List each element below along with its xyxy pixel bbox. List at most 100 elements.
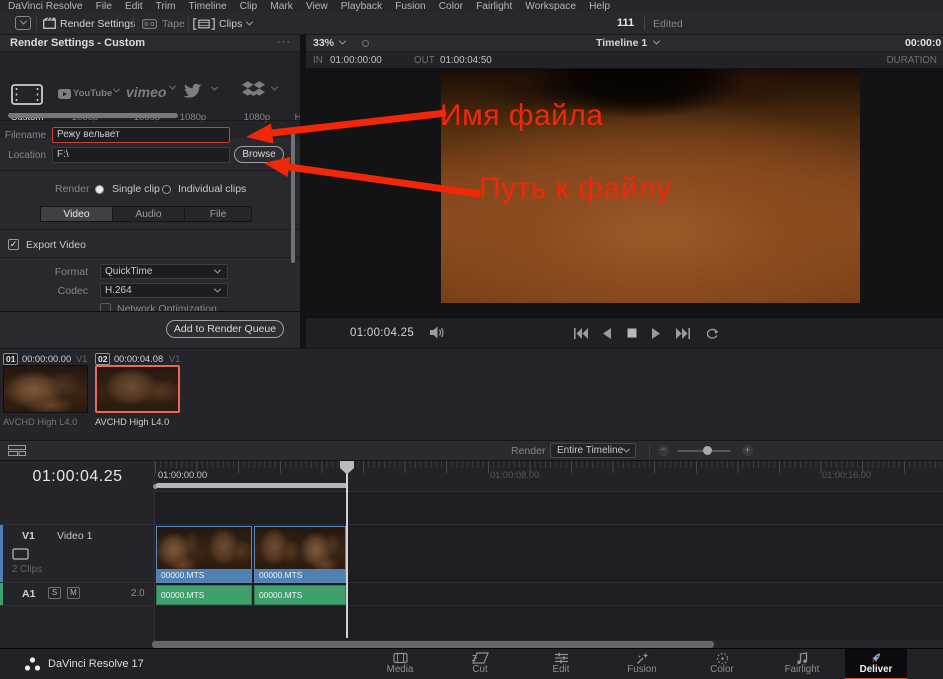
menu-fairlight[interactable]: Fairlight xyxy=(476,1,512,12)
zoom-out-button[interactable]: − xyxy=(658,445,669,456)
clip-thumbnail[interactable] xyxy=(3,365,88,413)
in-value: 01:00:00:00 xyxy=(330,55,382,66)
ruler-label: 01:00:08.00 xyxy=(490,470,539,480)
clip-start-tc: 00:00:04.08 xyxy=(114,354,163,364)
timeline-video-clip[interactable]: 00000.MTS xyxy=(254,526,346,583)
export-video-checkbox[interactable]: ✓ xyxy=(8,239,19,250)
video-track-name[interactable]: Video 1 xyxy=(57,530,92,542)
individual-clips-label[interactable]: Individual clips xyxy=(178,183,246,195)
tab-deliver-active[interactable]: Deliver xyxy=(845,649,907,679)
tab-edit[interactable]: Edit xyxy=(526,649,596,679)
format-label: Format xyxy=(0,266,88,278)
menu-file[interactable]: File xyxy=(96,1,112,12)
step-back-button[interactable] xyxy=(603,328,611,339)
timeline-timecode[interactable]: 01:00:04.25 xyxy=(0,468,155,486)
viewer-zoom-dropdown[interactable]: 33% xyxy=(313,37,334,49)
edited-status: Edited xyxy=(653,18,683,30)
media-icon xyxy=(365,649,435,664)
render-range-dropdown[interactable]: Entire Timeline xyxy=(550,443,636,458)
tab-color[interactable]: Color xyxy=(687,649,757,679)
menu-edit[interactable]: Edit xyxy=(125,1,143,12)
tape-button[interactable]: Tape xyxy=(162,18,185,30)
menu-playback[interactable]: Playback xyxy=(341,1,382,12)
menu-trim[interactable]: Trim xyxy=(156,1,176,12)
chevron-down-icon[interactable] xyxy=(113,86,120,93)
timeline-audio-clip[interactable]: 00000.MTS xyxy=(254,585,346,605)
panel-options-icon[interactable]: ··· xyxy=(277,36,291,48)
render-settings-panel: Render Settings - Custom ··· Custom YouT… xyxy=(0,35,300,348)
zoom-slider-knob[interactable] xyxy=(703,446,712,455)
timeline-view-icon[interactable] xyxy=(8,445,26,457)
stop-button[interactable] xyxy=(627,328,637,338)
clips-button[interactable]: Clips xyxy=(219,18,242,30)
tab-fusion[interactable]: Fusion xyxy=(607,649,677,679)
video-track-id[interactable]: V1 xyxy=(22,530,35,542)
playhead-marker[interactable] xyxy=(339,461,355,475)
chevron-down-icon[interactable] xyxy=(169,83,176,90)
codec-dropdown[interactable]: H.264 xyxy=(100,283,228,298)
export-video-label[interactable]: Export Video xyxy=(26,239,86,251)
clip-thumbnail-selected[interactable] xyxy=(95,365,180,413)
network-optimization-checkbox[interactable] xyxy=(100,303,111,311)
playhead-line[interactable] xyxy=(346,461,348,638)
out-value: 01:00:04:50 xyxy=(440,55,492,66)
panel-toggle-checkbox[interactable] xyxy=(15,16,31,30)
menu-timeline[interactable]: Timeline xyxy=(189,1,227,12)
tab-video[interactable]: Video xyxy=(41,207,113,221)
play-button[interactable] xyxy=(652,328,660,339)
individual-clips-radio[interactable] xyxy=(162,185,171,194)
divider xyxy=(133,16,134,31)
dropbox-icon[interactable] xyxy=(242,81,265,99)
twitter-icon[interactable] xyxy=(183,83,202,98)
color-icon xyxy=(687,649,757,664)
menu-color[interactable]: Color xyxy=(439,1,463,12)
tab-fairlight[interactable]: Fairlight xyxy=(767,649,837,679)
menu-help[interactable]: Help xyxy=(589,1,610,12)
youtube-icon[interactable] xyxy=(58,89,71,99)
single-clip-label[interactable]: Single clip xyxy=(112,183,160,195)
menu-fusion[interactable]: Fusion xyxy=(395,1,426,12)
filename-input[interactable]: Режу вельвет xyxy=(52,127,230,143)
menu-view[interactable]: View xyxy=(306,1,328,12)
mute-button[interactable]: M xyxy=(67,587,80,599)
menu-workspace[interactable]: Workspace xyxy=(525,1,576,12)
audio-track-id[interactable]: A1 xyxy=(22,588,35,600)
filename-label: Filename xyxy=(0,130,46,141)
panel-scrollbar[interactable] xyxy=(291,133,295,263)
timeline-audio-clip[interactable]: 00000.MTS xyxy=(156,585,252,605)
viewer-timecode: 00:00:0 xyxy=(905,37,941,49)
solo-button[interactable]: S xyxy=(48,587,61,599)
format-dropdown[interactable]: QuickTime xyxy=(100,264,228,279)
vimeo-wordmark[interactable]: vimeo xyxy=(126,84,166,100)
youtube-wordmark[interactable]: YouTube xyxy=(73,88,112,99)
browse-button[interactable]: Browse xyxy=(234,146,284,163)
menu-mark[interactable]: Mark xyxy=(270,1,293,12)
tab-cut[interactable]: Cut xyxy=(445,649,515,679)
preset-partial-label[interactable]: H xyxy=(293,112,300,123)
preset-dropbox-label[interactable]: 1080p xyxy=(232,112,282,123)
location-input[interactable]: F:\ xyxy=(52,147,230,163)
custom-preset-icon[interactable] xyxy=(11,84,43,105)
viewer-option-icon[interactable] xyxy=(362,40,369,47)
audio-volume-icon[interactable] xyxy=(430,326,445,339)
menu-clip[interactable]: Clip xyxy=(240,1,258,12)
go-to-start-button[interactable] xyxy=(574,328,588,339)
single-clip-radio[interactable] xyxy=(95,185,104,194)
add-to-render-queue-button[interactable]: Add to Render Queue xyxy=(166,320,284,338)
chevron-down-icon[interactable] xyxy=(271,84,278,91)
chevron-down-icon[interactable] xyxy=(211,84,218,91)
loop-button[interactable] xyxy=(705,327,719,340)
tab-audio[interactable]: Audio xyxy=(113,207,185,221)
timeline-scrollbar[interactable] xyxy=(152,641,714,648)
go-to-end-button[interactable] xyxy=(676,328,690,339)
menu-app[interactable]: DaVinci Resolve xyxy=(8,1,83,12)
chevron-down-icon xyxy=(339,38,346,45)
timeline-selector[interactable]: Timeline 1 xyxy=(596,37,647,49)
timeline-range-bar[interactable] xyxy=(156,483,347,488)
tab-file[interactable]: File xyxy=(185,207,251,221)
timeline-video-clip[interactable]: 00000.MTS xyxy=(156,526,252,583)
preset-scrollbar[interactable] xyxy=(8,113,178,118)
render-settings-button[interactable]: Render Settings xyxy=(60,18,135,30)
tab-media[interactable]: Media xyxy=(365,649,435,679)
zoom-in-button[interactable]: + xyxy=(742,445,753,456)
